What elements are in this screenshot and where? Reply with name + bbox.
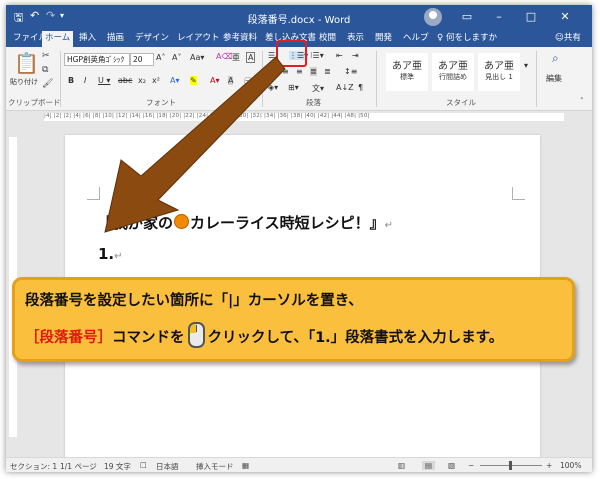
arrow-shape [104, 56, 286, 233]
instruction-callout: 段落番号を設定したい箇所に「|」カーソルを置き、 ［段落番号］コマンドを クリック… [12, 277, 575, 362]
callout-line-1: 段落番号を設定したい箇所に「|」カーソルを置き、 [25, 293, 363, 309]
mouse-click-icon [187, 322, 205, 348]
callout-text-mid: コマンドを [112, 330, 185, 346]
command-name: ［段落番号］ [25, 330, 112, 346]
callout-text-end: クリックして、「1.」段落書式を入力します。 [207, 330, 504, 346]
callout-line-2: ［段落番号］コマンドを クリックして、「1.」段落書式を入力します。 [25, 322, 503, 348]
annotation-arrow [104, 56, 286, 233]
